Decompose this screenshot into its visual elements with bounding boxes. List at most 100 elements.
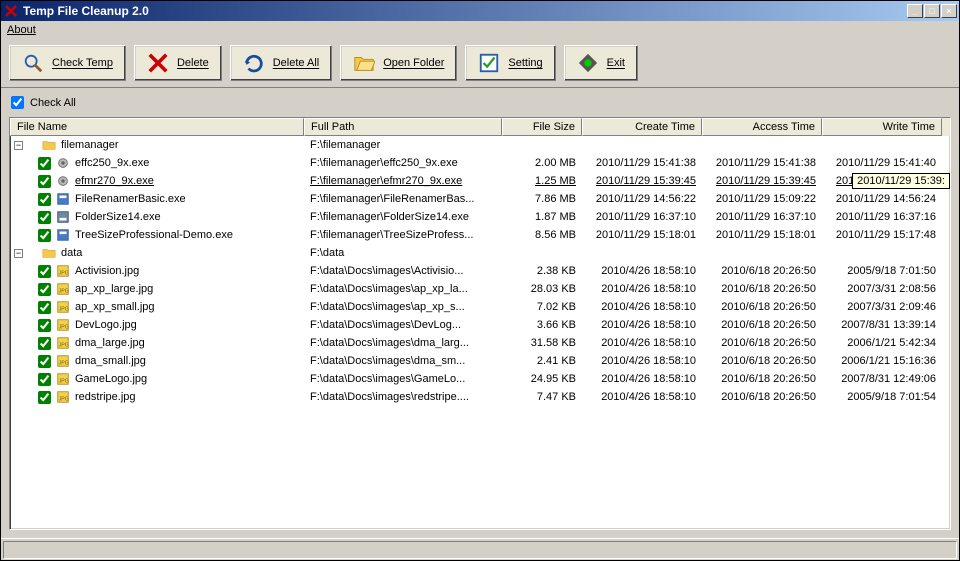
open-folder-button[interactable]: Open Folder <box>340 45 457 81</box>
row-checkbox[interactable] <box>38 229 51 242</box>
delete-button[interactable]: Delete <box>134 45 222 81</box>
row-checkbox[interactable] <box>38 175 51 188</box>
file-row[interactable]: Activision.jpgF:\data\Docs\images\Activi… <box>10 262 950 280</box>
folder-icon <box>41 245 57 261</box>
exit-icon <box>577 52 599 74</box>
file-row[interactable]: TreeSizeProfessional-Demo.exeF:\filemana… <box>10 226 950 244</box>
col-createtime[interactable]: Create Time <box>582 118 702 136</box>
col-filesize[interactable]: File Size <box>502 118 582 136</box>
file-path: F:\filemanager\TreeSizeProfess... <box>304 229 502 241</box>
tree-collapse-icon[interactable]: − <box>14 249 23 258</box>
write-time: 2010/11/29 15:41:40 <box>822 157 942 169</box>
col-fullpath[interactable]: Full Path <box>304 118 502 136</box>
minimize-button[interactable]: _ <box>907 4 923 18</box>
button-label: Exit <box>607 57 625 69</box>
folder-row[interactable]: −dataF:\data <box>10 244 950 262</box>
file-path: F:\data\Docs\images\dma_larg... <box>304 337 502 349</box>
file-row[interactable]: DevLogo.jpgF:\data\Docs\images\DevLog...… <box>10 316 950 334</box>
file-size: 1.25 MB <box>502 175 582 187</box>
row-checkbox[interactable] <box>38 193 51 206</box>
create-time: 2010/4/26 18:58:10 <box>582 373 702 385</box>
file-size: 8.56 MB <box>502 229 582 241</box>
delete-all-button[interactable]: Delete All <box>230 45 332 81</box>
file-row[interactable]: effc250_9x.exe F:\filemanager\effc250_9x.… <box>10 154 950 172</box>
create-time: 2010/11/29 14:56:22 <box>582 193 702 205</box>
write-time: 2006/1/21 15:16:36 <box>822 355 942 367</box>
file-path: F:\filemanager\FolderSize14.exe <box>304 211 502 223</box>
maximize-button[interactable]: □ <box>924 4 940 18</box>
folder-row[interactable]: −filemanagerF:\filemanager <box>10 136 950 154</box>
column-headers: File Name Full Path File Size Create Tim… <box>10 118 950 136</box>
file-size: 28.03 KB <box>502 283 582 295</box>
folder-path: F:\data <box>304 247 502 259</box>
row-checkbox[interactable] <box>38 391 51 404</box>
create-time: 2010/4/26 18:58:10 <box>582 319 702 331</box>
tree-collapse-icon[interactable]: − <box>14 141 23 150</box>
file-row[interactable]: redstripe.jpgF:\data\Docs\images\redstri… <box>10 388 950 406</box>
file-list: File Name Full Path File Size Create Tim… <box>9 117 951 530</box>
jpg-icon <box>55 353 71 369</box>
file-path: F:\data\Docs\images\GameLo... <box>304 373 502 385</box>
row-checkbox[interactable] <box>38 373 51 386</box>
file-size: 24.95 KB <box>502 373 582 385</box>
file-row[interactable]: FileRenamerBasic.exeF:\filemanager\FileR… <box>10 190 950 208</box>
file-row[interactable]: GameLogo.jpg F:\data\Docs\images\GameLo..… <box>10 370 950 388</box>
file-row[interactable]: dma_large.jpg F:\data\Docs\images\dma_lar… <box>10 334 950 352</box>
refresh-icon <box>243 52 265 74</box>
titlebar: Temp File Cleanup 2.0 _ □ × <box>1 1 959 21</box>
col-accesstime[interactable]: Access Time <box>702 118 822 136</box>
file-row[interactable]: ap_xp_small.jpgF:\data\Docs\images\ap_xp… <box>10 298 950 316</box>
folder-name: filemanager <box>61 139 118 151</box>
file-row[interactable]: efmr270_9x.exe F:\filemanager\efmr270_9x.… <box>10 172 950 190</box>
check-all-checkbox[interactable] <box>11 96 24 109</box>
file-size: 2.38 KB <box>502 265 582 277</box>
setting-button[interactable]: Setting <box>465 45 555 81</box>
check-temp-button[interactable]: Check Temp <box>9 45 126 81</box>
file-path: F:\data\Docs\images\ap_xp_la... <box>304 283 502 295</box>
create-time: 2010/4/26 18:58:10 <box>582 283 702 295</box>
app-icon <box>3 3 19 19</box>
status-pane <box>3 541 957 559</box>
menubar: About <box>1 21 959 39</box>
file-path: F:\data\Docs\images\Activisio... <box>304 265 502 277</box>
file-path: F:\data\Docs\images\dma_sm... <box>304 355 502 367</box>
file-name: redstripe.jpg <box>75 391 136 403</box>
create-time: 2010/11/29 16:37:10 <box>582 211 702 223</box>
file-name: dma_large.jpg <box>75 337 145 349</box>
row-checkbox[interactable] <box>38 355 51 368</box>
write-time: 2006/1/21 5:42:34 <box>822 337 942 349</box>
row-checkbox[interactable] <box>38 157 51 170</box>
file-path: F:\filemanager\effc250_9x.exe <box>304 157 502 169</box>
file-row[interactable]: dma_small.jpg F:\data\Docs\images\dma_sm.… <box>10 352 950 370</box>
file-name: efmr270_9x.exe <box>75 175 154 187</box>
row-checkbox[interactable] <box>38 211 51 224</box>
content-area: Check All File Name Full Path File Size … <box>1 88 959 538</box>
access-time: 2010/11/29 15:39:45 <box>702 175 822 187</box>
col-writetime[interactable]: Write Time <box>822 118 942 136</box>
file-name: GameLogo.jpg <box>75 373 147 385</box>
table-rows: −filemanagerF:\filemanagereffc250_9x.exe… <box>10 136 950 529</box>
file-size: 31.58 KB <box>502 337 582 349</box>
row-checkbox[interactable] <box>38 283 51 296</box>
menu-about[interactable]: About <box>7 24 36 36</box>
write-time: 2007/3/31 2:09:46 <box>822 301 942 313</box>
file-row[interactable]: FolderSize14.exeF:\filemanager\FolderSiz… <box>10 208 950 226</box>
close-button[interactable]: × <box>941 4 957 18</box>
file-name: dma_small.jpg <box>75 355 146 367</box>
file-path: F:\filemanager\efmr270_9x.exe <box>304 175 502 187</box>
row-checkbox[interactable] <box>38 337 51 350</box>
file-size: 7.02 KB <box>502 301 582 313</box>
access-time: 2010/6/18 20:26:50 <box>702 337 822 349</box>
magnifier-icon <box>22 52 44 74</box>
row-checkbox[interactable] <box>38 301 51 314</box>
row-checkbox[interactable] <box>38 265 51 278</box>
exit-button[interactable]: Exit <box>564 45 638 81</box>
col-filename[interactable]: File Name <box>10 118 304 136</box>
row-checkbox[interactable] <box>38 319 51 332</box>
jpg-icon <box>55 335 71 351</box>
create-time: 2010/4/26 18:58:10 <box>582 301 702 313</box>
create-time: 2010/11/29 15:18:01 <box>582 229 702 241</box>
window-title: Temp File Cleanup 2.0 <box>23 4 149 18</box>
file-row[interactable]: ap_xp_large.jpgF:\data\Docs\images\ap_xp… <box>10 280 950 298</box>
file-name: effc250_9x.exe <box>75 157 149 169</box>
